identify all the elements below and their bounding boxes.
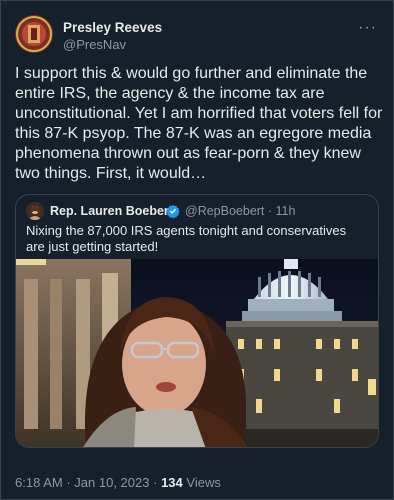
quoted-video-thumbnail[interactable] <box>16 259 378 447</box>
quoted-tweet-text: Nixing the 87,000 IRS agents tonight and… <box>26 223 347 254</box>
quoted-author-name[interactable]: Rep. Lauren Boebert <box>50 204 173 218</box>
quoted-author-handle[interactable]: @RepBoebert · 11h <box>185 204 295 218</box>
more-horizontal-icon[interactable]: ··· <box>358 19 377 37</box>
verified-badge-icon <box>166 204 180 218</box>
tweet-time[interactable]: 6:18 AM <box>15 475 63 490</box>
quoted-avatar-image <box>26 202 44 220</box>
author-avatar[interactable] <box>15 15 53 53</box>
author-name[interactable]: Presley Reeves <box>63 20 162 35</box>
views-label: Views <box>186 475 221 490</box>
meta-separator: · <box>66 475 71 490</box>
tweet-meta: 6:18 AM · Jan 10, 2023 · 134 Views <box>15 475 221 490</box>
author-handle[interactable]: @PresNav <box>63 37 126 52</box>
tweet-date[interactable]: Jan 10, 2023 <box>74 475 149 490</box>
quoted-author-avatar[interactable] <box>26 202 44 220</box>
capitol-selfie-image <box>16 259 378 447</box>
meta-separator: · <box>153 475 158 490</box>
tweet-text: I support this & would go further and el… <box>15 65 383 182</box>
tweet-card: Presley Reeves @PresNav ··· I support th… <box>0 0 394 500</box>
quoted-tweet-header: Rep. Lauren Boebert @RepBoebert · 11h <box>26 202 366 220</box>
quoted-tweet[interactable]: Rep. Lauren Boebert @RepBoebert · 11h Ni… <box>15 194 379 448</box>
tweet-header: Presley Reeves @PresNav ··· <box>15 13 381 57</box>
views-count: 134 <box>161 475 183 490</box>
avatar-image <box>15 15 53 53</box>
